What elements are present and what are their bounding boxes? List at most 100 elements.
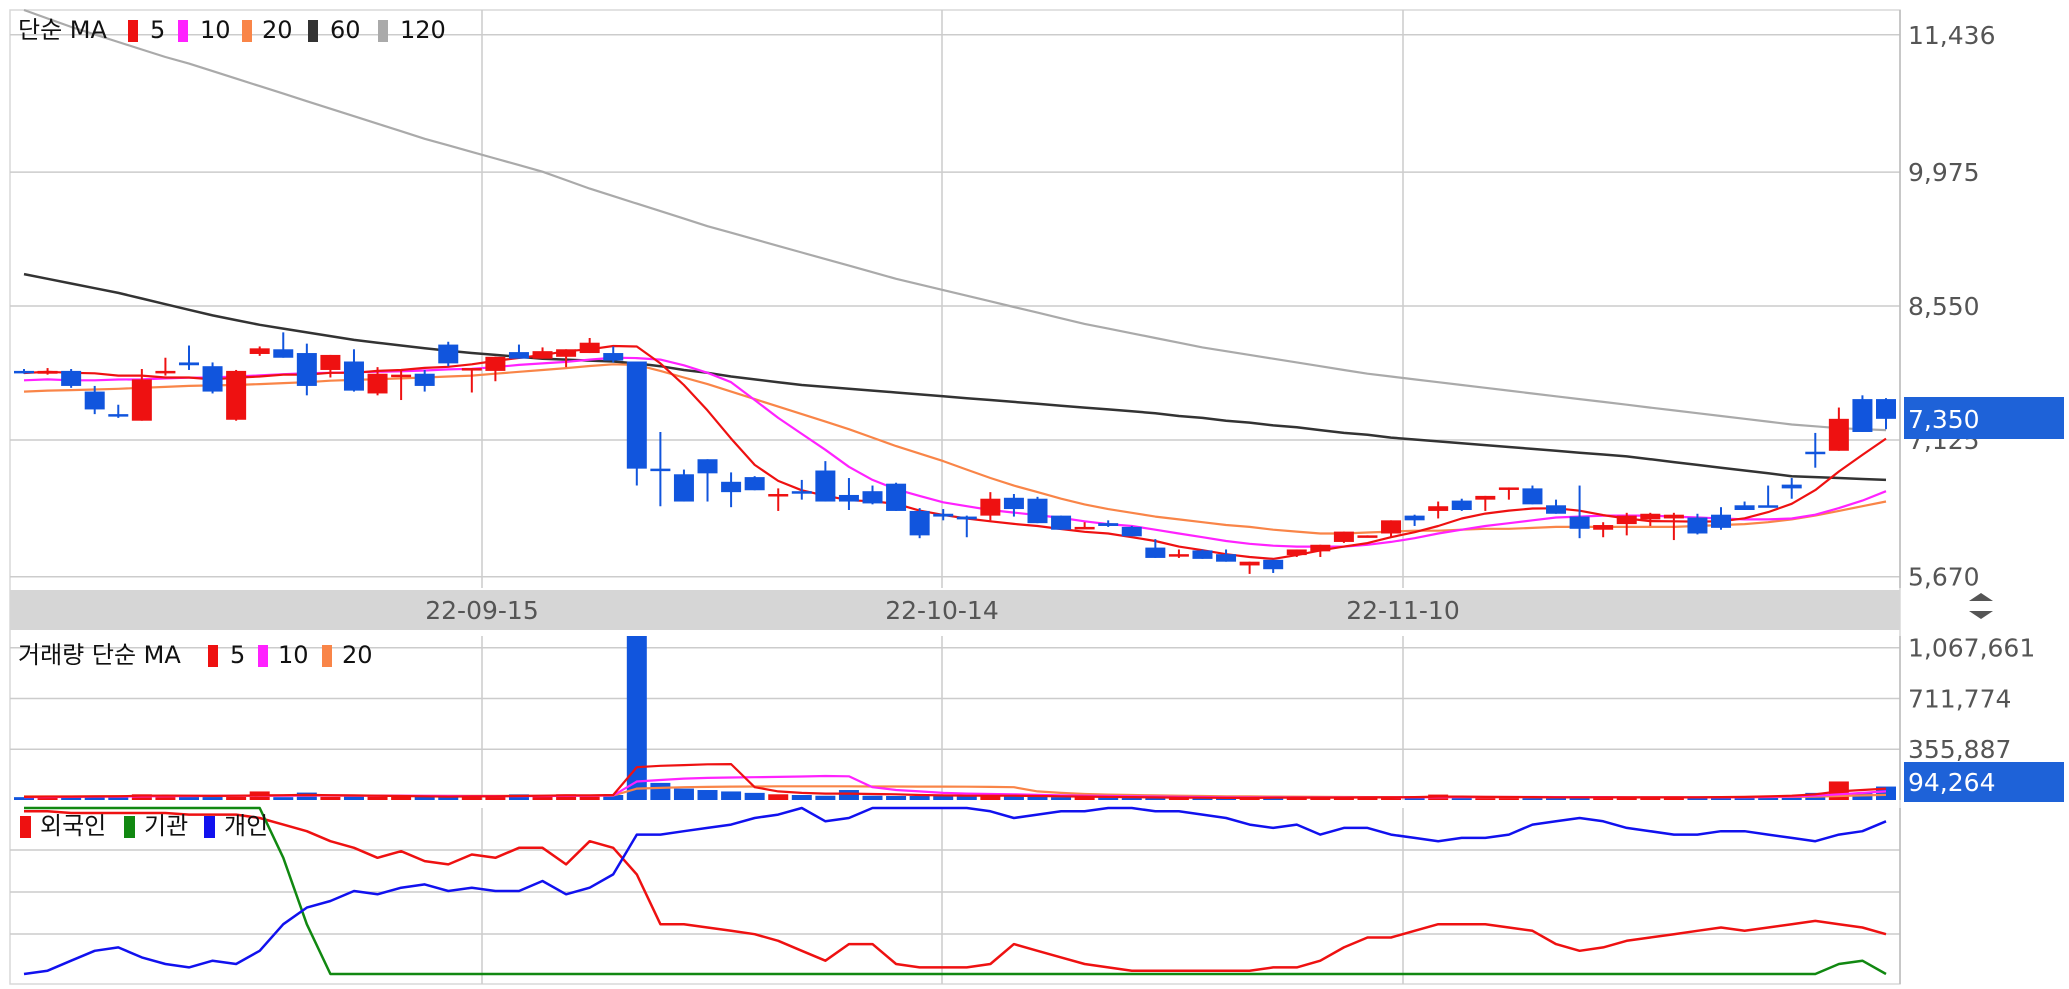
candle[interactable] [886, 482, 907, 511]
candle-body [980, 498, 1001, 516]
candle[interactable] [1522, 485, 1543, 505]
volume-bar[interactable] [791, 795, 812, 800]
candle-body [1263, 559, 1284, 570]
candle-body [603, 353, 624, 361]
candle-body [956, 516, 977, 520]
candle-body [1687, 517, 1708, 534]
candle-body [320, 354, 341, 370]
volume-bar[interactable] [862, 795, 883, 800]
volume-bar[interactable] [391, 796, 412, 800]
price-tick-0: 11,436 [1908, 21, 1995, 50]
date-label-1: 22-09-15 [425, 596, 538, 625]
vol-ma5-swatch [208, 645, 218, 667]
candle-body [838, 494, 859, 502]
candle-body [886, 483, 907, 511]
candle-body [1121, 526, 1142, 537]
candle-body [909, 510, 930, 536]
candle-body [391, 374, 412, 378]
candle-body [155, 370, 176, 374]
candle[interactable] [1852, 395, 1873, 432]
candle-body [438, 344, 459, 364]
candle[interactable] [1357, 535, 1378, 538]
volume-bar[interactable] [367, 796, 388, 800]
volume-tick-0: 1,067,661 [1908, 634, 2035, 663]
candle[interactable] [673, 469, 694, 502]
candle[interactable] [1027, 496, 1048, 524]
ma20-label: 20 [262, 16, 293, 44]
individual-label: 개인 [224, 812, 268, 840]
volume-bar[interactable] [320, 796, 341, 800]
candle-body [862, 491, 883, 504]
volume-bar[interactable] [721, 791, 742, 800]
foreign-label: 외국인 [40, 812, 106, 840]
candle[interactable] [1333, 531, 1354, 543]
candle-body [650, 468, 671, 472]
volume-bar[interactable] [886, 796, 907, 800]
volume-bar[interactable] [838, 790, 859, 800]
candle-body [1546, 505, 1567, 514]
volume-bar[interactable] [744, 792, 765, 800]
candle[interactable] [626, 361, 647, 486]
candle-body [579, 342, 600, 354]
panel-resize-handle[interactable] [1969, 593, 1993, 619]
candle[interactable] [226, 369, 247, 421]
candle[interactable] [1121, 525, 1142, 537]
volume-bar[interactable] [178, 796, 199, 800]
candle[interactable] [438, 341, 459, 367]
stock-chart[interactable]: 11,4369,9758,5507,1255,670 7,350 단순 MA 5… [0, 0, 2069, 989]
candle-body [461, 368, 482, 371]
candle-body [1333, 531, 1354, 542]
institution-label: 기관 [144, 812, 188, 840]
ma10-label: 10 [200, 16, 231, 44]
volume-bar[interactable] [815, 795, 836, 800]
current-volume-label: 94,264 [1908, 768, 1995, 797]
volume-bar[interactable] [909, 796, 930, 800]
candle[interactable] [744, 476, 765, 491]
ma5-label: 5 [150, 16, 165, 44]
candle-body [1758, 505, 1779, 508]
candle-body [343, 361, 364, 391]
candle-body [1428, 506, 1449, 511]
current-price-label: 7,350 [1908, 405, 1980, 434]
candle-body [1192, 550, 1213, 559]
candle[interactable] [1192, 549, 1213, 559]
candle-body [1876, 399, 1896, 419]
candle[interactable] [202, 362, 223, 394]
volume-bar[interactable] [673, 788, 694, 800]
volume-bar[interactable] [1027, 796, 1048, 800]
candle-body [626, 361, 647, 469]
vol-ma10-label: 10 [278, 641, 309, 669]
price-tick-1: 9,975 [1908, 158, 1980, 187]
candle-body [1051, 515, 1072, 530]
candle-body [1404, 515, 1425, 521]
candle-body [131, 379, 152, 421]
foreign-swatch [20, 816, 31, 838]
institution-swatch [124, 816, 135, 838]
candle-body [1663, 514, 1684, 519]
candle-body [933, 513, 954, 517]
resize-down-arrow-icon [1969, 611, 1993, 619]
candle-body [791, 491, 812, 494]
candle[interactable] [61, 369, 82, 388]
volume-bar[interactable] [650, 782, 671, 800]
volume-bar[interactable] [1051, 797, 1072, 800]
vol-ma5-label: 5 [230, 641, 245, 669]
candle[interactable] [1051, 515, 1072, 530]
candle-body [178, 362, 199, 366]
candle[interactable] [909, 508, 930, 539]
candle-body [1216, 554, 1237, 562]
ma10-swatch [178, 20, 188, 42]
vol-ma10-swatch [258, 645, 268, 667]
candle-body [1098, 523, 1119, 526]
candle-body [1451, 500, 1472, 510]
volume-bar[interactable] [697, 790, 718, 800]
volume-bar[interactable] [273, 797, 294, 800]
volume-bar[interactable] [768, 794, 789, 800]
candle-body [367, 373, 388, 394]
candle-body [1381, 520, 1402, 534]
candle-body [1498, 487, 1519, 490]
candle-body [202, 366, 223, 392]
candle-body [14, 370, 34, 374]
volume-tick-2: 355,887 [1908, 735, 2011, 764]
candle-body [296, 353, 317, 386]
